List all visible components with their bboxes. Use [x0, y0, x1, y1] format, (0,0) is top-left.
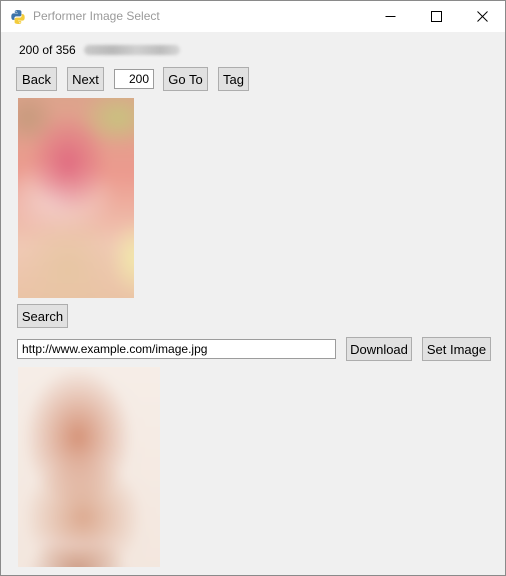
current-performer-image — [18, 98, 134, 298]
minimize-button[interactable] — [367, 1, 413, 32]
downloaded-image-preview — [18, 367, 160, 567]
next-button[interactable]: Next — [67, 67, 104, 91]
performer-name-redacted — [84, 45, 180, 55]
maximize-icon — [430, 11, 442, 22]
back-button[interactable]: Back — [16, 67, 57, 91]
set-image-button[interactable]: Set Image — [422, 337, 491, 361]
client-area: 200 of 356 Back Next Go To Tag Search Do… — [1, 32, 505, 575]
title-bar[interactable]: Performer Image Select — [1, 1, 505, 32]
window-title: Performer Image Select — [33, 9, 160, 23]
maximize-button[interactable] — [413, 1, 459, 32]
image-counter: 200 of 356 — [19, 43, 76, 57]
image-url-input[interactable] — [17, 339, 336, 359]
app-window: Performer Image Select 200 of 356 Back N… — [0, 0, 506, 576]
python-icon — [11, 10, 25, 24]
close-icon — [476, 11, 488, 22]
goto-index-input[interactable] — [114, 69, 154, 89]
download-button[interactable]: Download — [346, 337, 412, 361]
blurred-photo — [18, 367, 160, 567]
blurred-photo — [18, 98, 134, 298]
go-to-button[interactable]: Go To — [163, 67, 208, 91]
minimize-icon — [385, 16, 395, 17]
tag-button[interactable]: Tag — [218, 67, 249, 91]
close-button[interactable] — [459, 1, 505, 32]
search-button[interactable]: Search — [17, 304, 68, 328]
